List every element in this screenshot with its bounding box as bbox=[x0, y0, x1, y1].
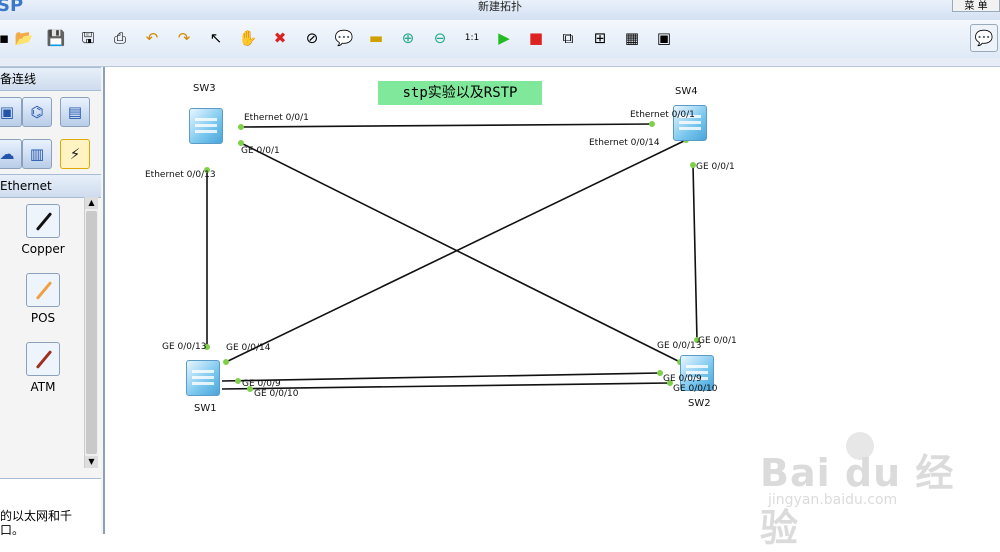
device-label-sw3: SW3 bbox=[193, 83, 216, 94]
link-sw1-sw2-a bbox=[221, 372, 661, 382]
port-dot bbox=[235, 378, 241, 384]
port-dot bbox=[238, 124, 244, 130]
link-sw4-sw2 bbox=[692, 164, 698, 341]
watermark-url: jingyan.baidu.com bbox=[768, 492, 898, 508]
port-label: GE 0/0/9 bbox=[663, 374, 702, 384]
link-sw3-sw2 bbox=[240, 142, 681, 363]
device-label-sw1: SW1 bbox=[194, 403, 217, 414]
port-label: Ethernet 0/0/1 bbox=[630, 110, 695, 120]
port-label: GE 0/0/1 bbox=[698, 336, 737, 346]
baidu-watermark: Bai du 经验 jingyan.baidu.com bbox=[760, 430, 990, 550]
port-label: GE 0/0/13 bbox=[162, 342, 207, 352]
port-label: GE 0/0/10 bbox=[254, 389, 299, 399]
port-label: GE 0/0/1 bbox=[241, 146, 280, 156]
device-label-sw2: SW2 bbox=[688, 398, 711, 409]
switch-sw1-icon[interactable] bbox=[186, 360, 220, 396]
switch-sw3-icon[interactable] bbox=[189, 108, 223, 144]
port-label: GE 0/0/13 bbox=[657, 341, 702, 351]
port-label: Ethernet 0/0/14 bbox=[589, 138, 660, 148]
device-label-sw4: SW4 bbox=[675, 86, 698, 97]
topology-title[interactable]: stp实验以及RSTP bbox=[378, 81, 542, 105]
port-label: GE 0/0/1 bbox=[696, 162, 735, 172]
link-sw4-sw1 bbox=[225, 139, 687, 363]
port-dot bbox=[649, 121, 655, 127]
port-label: GE 0/0/14 bbox=[226, 343, 271, 353]
port-label: GE 0/0/9 bbox=[242, 379, 281, 389]
port-label: Ethernet 0/0/1 bbox=[244, 113, 309, 123]
port-label: Ethernet 0/0/13 bbox=[145, 170, 216, 180]
link-sw3-sw4 bbox=[240, 123, 653, 128]
port-label: GE 0/0/10 bbox=[673, 384, 718, 394]
port-dot bbox=[223, 359, 229, 365]
